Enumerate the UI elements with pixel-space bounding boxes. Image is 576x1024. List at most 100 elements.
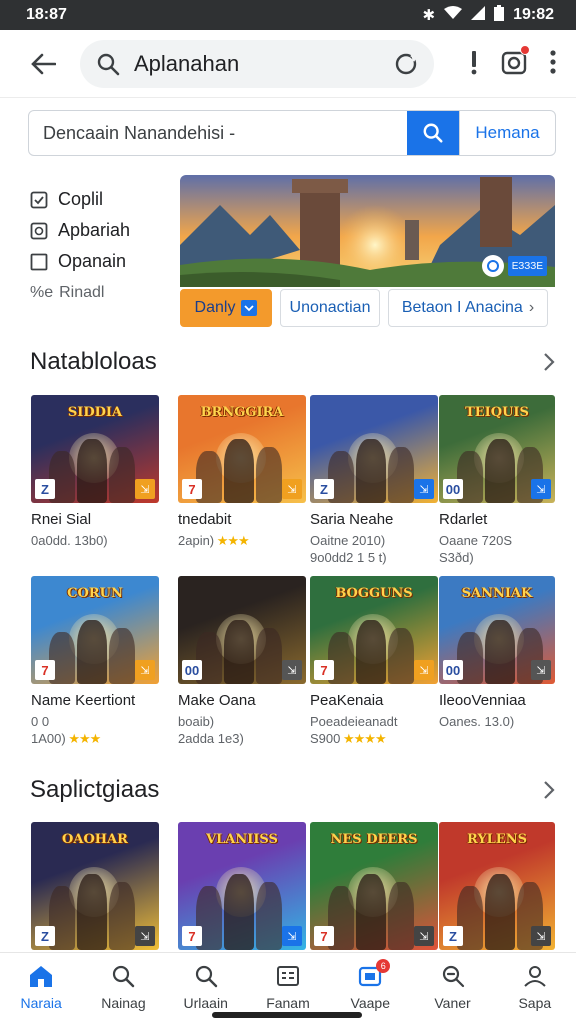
game-meta-text: Poeadeieanadt (310, 714, 398, 729)
nav-label: Vaape (350, 995, 390, 1011)
banner-tab[interactable]: Danly (180, 289, 272, 327)
character-figure (356, 439, 386, 503)
notifications-button[interactable] (500, 45, 530, 76)
nav-item[interactable]: Nainag (82, 953, 164, 1024)
more-vert-icon[interactable] (550, 50, 556, 74)
section-header[interactable]: Natabloloas (30, 345, 556, 379)
nav-item[interactable]: Naraia (0, 953, 82, 1024)
character-figure (77, 439, 107, 503)
platform-badge-icon: ⇲ (282, 660, 302, 680)
platform-badge-icon: ⇲ (282, 479, 302, 499)
game-art-title: CORUN (67, 586, 123, 601)
platform-badge-icon: ⇲ (135, 660, 155, 680)
filter-label: Rinadl (59, 283, 105, 301)
wifi-icon (444, 5, 463, 25)
chevron-right-icon (544, 781, 555, 799)
game-card[interactable]: SIDDIA Z ⇲ Rnei Sial 0a0dd. 13b0) (31, 395, 159, 549)
platform-badge-icon: ⇲ (135, 479, 155, 499)
character-figure (256, 628, 282, 684)
nav-item[interactable]: Sapa (494, 953, 576, 1024)
game-card[interactable]: NES DEERS 7 ⇲ (310, 822, 438, 950)
game-art-title: BOGGUNS (335, 586, 413, 601)
age-rating-icon: Z (314, 479, 334, 499)
game-art-title: OAOHAR (62, 832, 128, 847)
game-meta-text: boaib) (178, 714, 215, 729)
filter-label: Coplil (58, 189, 104, 209)
game-meta: Oaitne 2010) (310, 532, 438, 549)
search-input[interactable] (29, 111, 407, 155)
game-thumbnail: OAOHAR Z ⇲ (31, 822, 159, 950)
filter-label: Apbariah (58, 220, 131, 240)
age-rating-icon: 7 (35, 660, 55, 680)
game-card[interactable]: 00 ⇲ Make Oana boaib) 2adda 1e3) (178, 576, 306, 747)
game-card[interactable]: BRNGGIRA 7 ⇲ tnedabit 2apin) ★★★ (178, 395, 306, 549)
game-meta-text: Oaitne 2010) (310, 533, 386, 548)
search-label-button[interactable]: Hemana (459, 111, 555, 155)
filter-prefix: %e (30, 283, 54, 301)
filter-item[interactable]: Apbariah (30, 215, 170, 246)
square-check-icon (30, 191, 48, 209)
banner-tabs: Danly Unonactian Betaon I Anacina › (180, 289, 555, 327)
banner-tab-label: Betaon I Anacina (401, 299, 523, 316)
character-figure (388, 628, 414, 684)
game-title: Rnei Sial (31, 511, 92, 528)
rating-stars: ★★★★ (340, 731, 387, 746)
section-title: Natabloloas (30, 348, 157, 375)
filter-item[interactable]: %e Rinadl (30, 277, 170, 308)
game-thumbnail: BOGGUNS 7 ⇲ (310, 576, 438, 684)
battery-icon (494, 4, 505, 26)
game-card[interactable]: TEIQUIS 00 ⇲ Rdarlet Oaane 720S S3ðd) (439, 395, 555, 566)
platform-badge-icon: ⇲ (531, 660, 551, 680)
search-bar[interactable]: Aplanahan (80, 40, 434, 88)
banner-tab[interactable]: Unonactian (280, 289, 380, 327)
chevron-down-icon (241, 300, 258, 316)
game-meta-text: Oaane 720S (439, 533, 513, 548)
rating-stars: ★★★ (65, 731, 101, 746)
game-art-title: VLANIISS (206, 832, 278, 847)
age-rating-icon: 00 (443, 479, 463, 499)
game-card[interactable]: CORUN 7 ⇲ Name Keertiont 0 0 1A00) ★★★ (31, 576, 159, 747)
app-logo-icon (481, 255, 504, 277)
age-rating-icon: 00 (443, 660, 463, 680)
game-meta-text: 2apin) (178, 533, 215, 548)
game-art-title: NES DEERS (330, 832, 418, 847)
refresh-icon[interactable] (394, 52, 418, 76)
chevron-right-icon: › (528, 299, 535, 316)
game-meta: 2apin) ★★★ (178, 532, 306, 549)
game-meta: Oaane 720S (439, 532, 555, 549)
chevron-right-icon (544, 353, 555, 371)
game-meta-text: 1A00) (31, 731, 66, 746)
home-indicator (212, 1012, 362, 1018)
featured-banner[interactable]: ЕЗЗЗЕ (180, 175, 555, 287)
filter-item[interactable]: Opanain (30, 246, 170, 277)
game-thumbnail: RYLENS Z ⇲ (439, 822, 555, 950)
back-button[interactable] (28, 49, 58, 79)
platform-badge-icon: ⇲ (531, 479, 551, 499)
game-title: Name Keertiont (31, 692, 136, 709)
platform-badge-icon: ⇲ (414, 926, 434, 946)
search-plus-icon (441, 963, 465, 989)
platform-badge-icon: ⇲ (414, 479, 434, 499)
game-card[interactable]: BOGGUNS 7 ⇲ PeaKenaia Poeadeieanadt S900 ★★★★ (310, 576, 438, 747)
game-title: Saria Neahe (310, 511, 394, 528)
age-rating-icon: 7 (314, 926, 334, 946)
game-card[interactable]: VLANIISS 7 ⇲ (178, 822, 306, 950)
game-card[interactable]: OAOHAR Z ⇲ (31, 822, 159, 950)
square-smile-icon (30, 222, 48, 240)
search-submit-button[interactable] (407, 111, 459, 155)
nav-item[interactable]: Vaner (411, 953, 493, 1024)
signal-icon (471, 5, 486, 25)
game-meta-secondary: S3ðd) (439, 549, 555, 566)
nav-label: Vaner (434, 995, 471, 1011)
section-header[interactable]: Saplictgiaas (30, 773, 556, 807)
character-figure (256, 447, 282, 503)
game-card[interactable]: Z ⇲ Saria Neahe Oaitne 2010) 9o0dd2 1 5 t) (310, 395, 438, 566)
character-figure (485, 620, 515, 684)
game-meta-secondary: 1A00) ★★★ (31, 730, 159, 747)
game-card[interactable]: RYLENS Z ⇲ (439, 822, 555, 950)
filter-item[interactable]: Coplil (30, 184, 170, 215)
game-card[interactable]: SANNIAK 00 ⇲ IleooVenniaa Oanes. 13.0) (439, 576, 555, 730)
exclamation-icon[interactable] (470, 49, 478, 75)
account-icon (523, 963, 547, 989)
banner-tab[interactable]: Betaon I Anacina › (388, 289, 548, 327)
